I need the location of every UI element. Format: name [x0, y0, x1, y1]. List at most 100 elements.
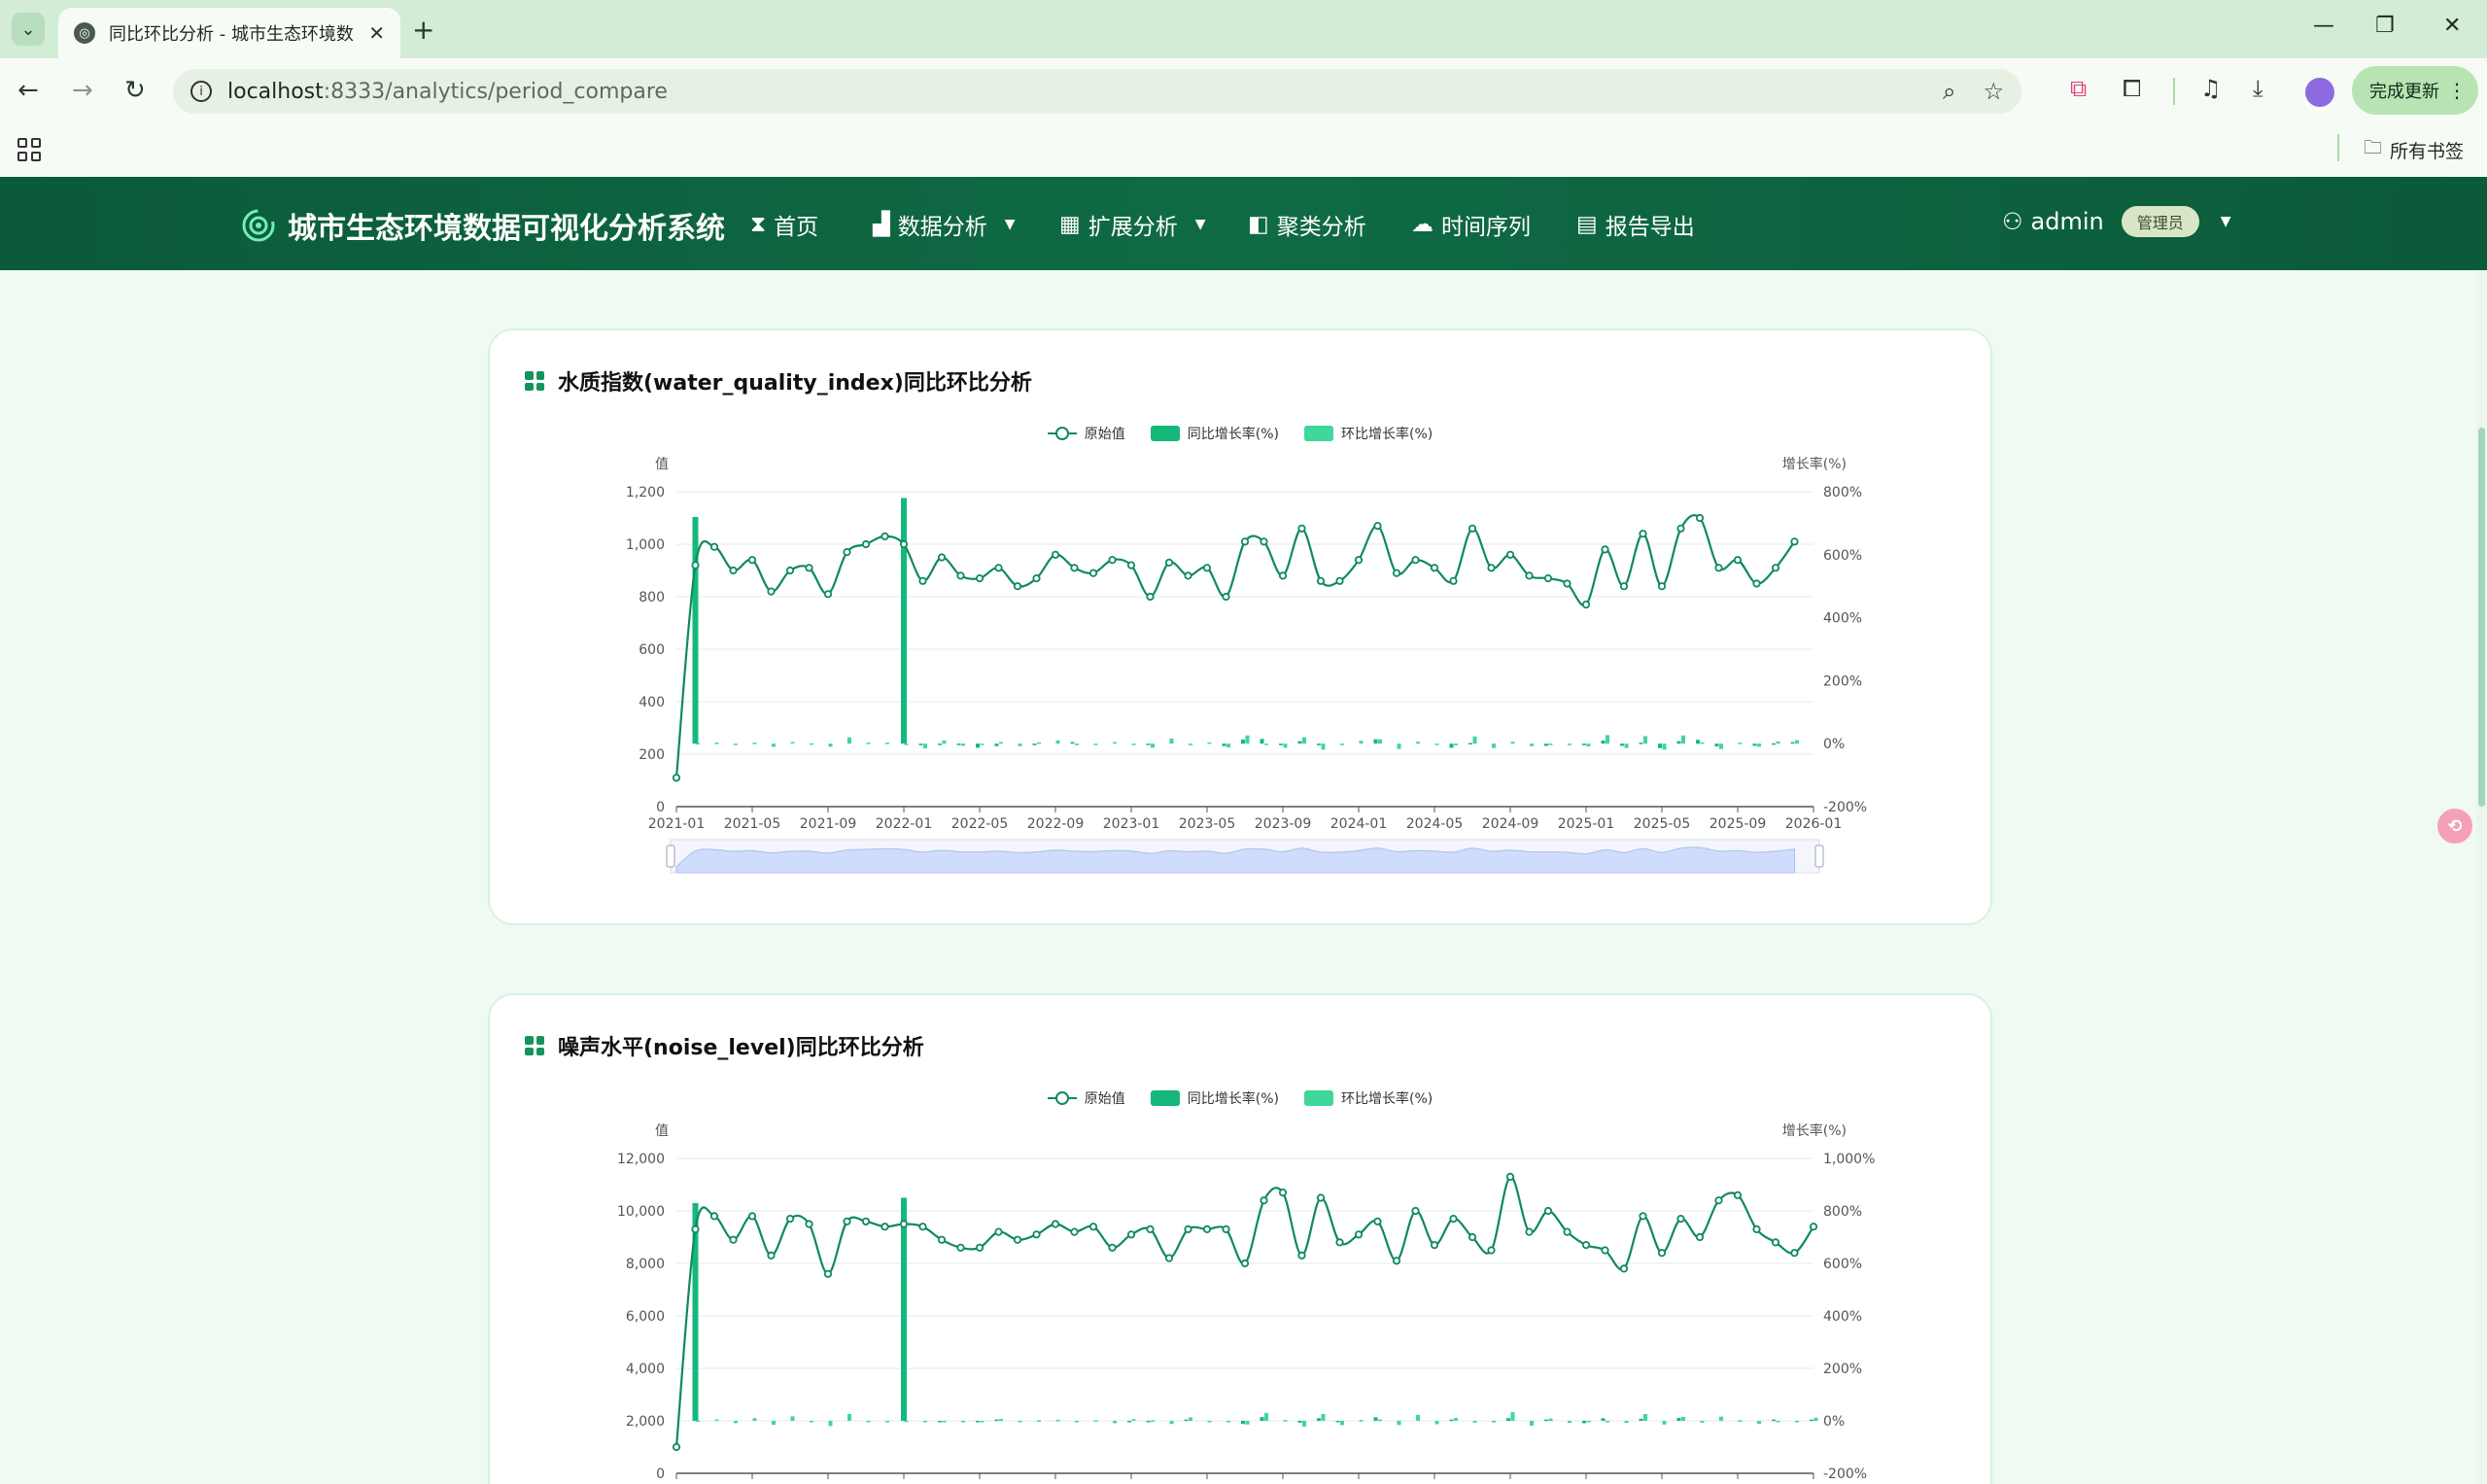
x-tick-label: 2025-05: [1634, 816, 1691, 832]
mom-bar: [1169, 1421, 1174, 1425]
x-tick-label: 2024-05: [1406, 816, 1464, 832]
nav-home[interactable]: ⧗ 首页: [750, 208, 818, 241]
data-point: [1809, 1223, 1818, 1231]
mom-bar: [1226, 1421, 1230, 1423]
user-icon: ⚇: [2002, 208, 2023, 235]
mom-bar: [1245, 735, 1250, 744]
mom-bar: [752, 1418, 757, 1421]
media-control-icon[interactable]: ♫: [2200, 75, 2222, 102]
mom-bar: [1757, 1421, 1761, 1425]
translate-float-icon[interactable]: ⟲: [2437, 809, 2472, 844]
data-point: [1297, 1251, 1306, 1260]
forward-arrow-icon[interactable]: →: [72, 76, 93, 105]
data-point: [1525, 571, 1534, 580]
mom-bar: [772, 743, 776, 747]
minimize-icon[interactable]: —: [2313, 14, 2334, 38]
data-point: [1222, 592, 1230, 602]
scrollbar-thumb[interactable]: [2478, 428, 2485, 807]
data-point: [1392, 569, 1401, 577]
window-close-icon[interactable]: ✕: [2443, 14, 2461, 38]
zoom-icon[interactable]: ⌕: [1943, 78, 1955, 105]
more-vertical-icon: ⋮: [2447, 79, 2467, 102]
mom-bar: [1037, 742, 1041, 744]
browser-tab-strip: ⌄ ◎ 同比环比分析 - 城市生态环境数 ✕ + — ❐ ✕: [0, 0, 2487, 58]
address-bar[interactable]: i localhost:8333/analytics/period_compar…: [173, 69, 2021, 114]
bookmark-star-icon[interactable]: ☆: [1983, 78, 2004, 105]
nav-time-series[interactable]: ☁ 时间序列: [1411, 208, 1531, 241]
x-tick-label: 2021-05: [724, 816, 781, 832]
mom-bar: [1283, 1420, 1288, 1422]
back-arrow-icon[interactable]: ←: [17, 76, 39, 105]
mom-bar: [1757, 743, 1761, 747]
data-point: [747, 1212, 757, 1221]
mom-bar: [1510, 1412, 1515, 1421]
profile-avatar[interactable]: [2305, 78, 2334, 107]
download-icon[interactable]: ⤓: [2253, 75, 2263, 102]
nav-extended-analysis[interactable]: ▦ 扩展分析 ▼: [1059, 208, 1206, 241]
mom-bar: [752, 742, 757, 744]
data-point: [1543, 1206, 1553, 1216]
translate-extension-icon[interactable]: ⧉: [2070, 75, 2087, 102]
mom-bar: [1169, 739, 1174, 744]
site-info-icon[interactable]: i: [190, 81, 212, 102]
yoy-bar: [1810, 1419, 1813, 1422]
y-right-tick-label: 600%: [1823, 548, 1862, 564]
reload-icon[interactable]: ↻: [124, 76, 146, 105]
data-point: [1676, 1215, 1685, 1224]
data-point: [823, 590, 833, 599]
tab-search-button[interactable]: ⌄: [12, 13, 45, 46]
mom-bar: [1738, 742, 1743, 744]
chart-water-quality: 0 200 400 600 800 1,000 1,200 -200% 0% 200% 400% 60…: [626, 456, 1867, 874]
y-left-tick-label: 2,000: [626, 1414, 665, 1430]
data-point: [691, 561, 700, 569]
yoy-bar: [1620, 743, 1624, 746]
nav-data-analysis[interactable]: ▟ 数据分析 ▼: [873, 208, 1015, 241]
data-point: [1733, 1191, 1743, 1199]
data-point: [918, 576, 927, 585]
user-menu[interactable]: ⚇ admin 管理员 ▼: [2002, 206, 2231, 237]
new-tab-button[interactable]: +: [412, 14, 434, 46]
data-point: [1032, 574, 1041, 583]
mom-bar: [1472, 736, 1477, 744]
update-button[interactable]: 完成更新 ⋮: [2352, 66, 2478, 115]
data-point: [823, 1269, 833, 1278]
data-point: [767, 1251, 776, 1260]
data-point: [1581, 600, 1591, 609]
mom-bar: [790, 1416, 795, 1421]
data-point: [1373, 522, 1382, 531]
data-point: [1316, 576, 1326, 585]
mom-bar: [1454, 1418, 1458, 1421]
mom-bar: [1151, 1420, 1155, 1422]
yoy-bar: [1373, 1417, 1378, 1421]
data-point: [1657, 1249, 1667, 1258]
apps-grid-icon[interactable]: [17, 138, 41, 161]
data-point: [1202, 1225, 1212, 1233]
data-point: [709, 1212, 719, 1221]
all-bookmarks-folder[interactable]: 🗀 所有书签: [2364, 134, 2464, 165]
data-point: [747, 556, 757, 565]
zoom-handle-right[interactable]: [1814, 845, 1824, 868]
yoy-bar: [1468, 742, 1472, 745]
mom-bar: [1492, 743, 1496, 748]
mom-bar: [696, 1420, 700, 1422]
zoom-handle-left[interactable]: [666, 845, 675, 868]
mom-bar: [828, 743, 833, 747]
x-tick-label: 2022-01: [876, 816, 933, 832]
yoy-bar: [976, 743, 980, 748]
close-icon[interactable]: ✕: [368, 21, 385, 45]
data-point: [1088, 569, 1098, 577]
restore-icon[interactable]: ❐: [2375, 14, 2395, 38]
browser-tab-active[interactable]: ◎ 同比环比分析 - 城市生态环境数 ✕: [58, 8, 400, 58]
data-point: [1297, 524, 1306, 533]
data-point: [1695, 1232, 1705, 1242]
brand[interactable]: 城市生态环境数据可视化分析系统: [241, 204, 725, 247]
data-point: [691, 1225, 700, 1233]
yoy-bar: [1601, 1418, 1606, 1421]
nav-clustering[interactable]: ◧ 聚类分析: [1248, 208, 1366, 241]
extensions-puzzle-icon[interactable]: ⧠: [2123, 75, 2141, 102]
mom-bar: [980, 743, 984, 745]
nav-report-export[interactable]: ▤ 报告导出: [1576, 208, 1695, 241]
data-point: [729, 1235, 738, 1244]
yoy-bar: [938, 743, 942, 745]
yoy-bar: [1752, 743, 1757, 746]
